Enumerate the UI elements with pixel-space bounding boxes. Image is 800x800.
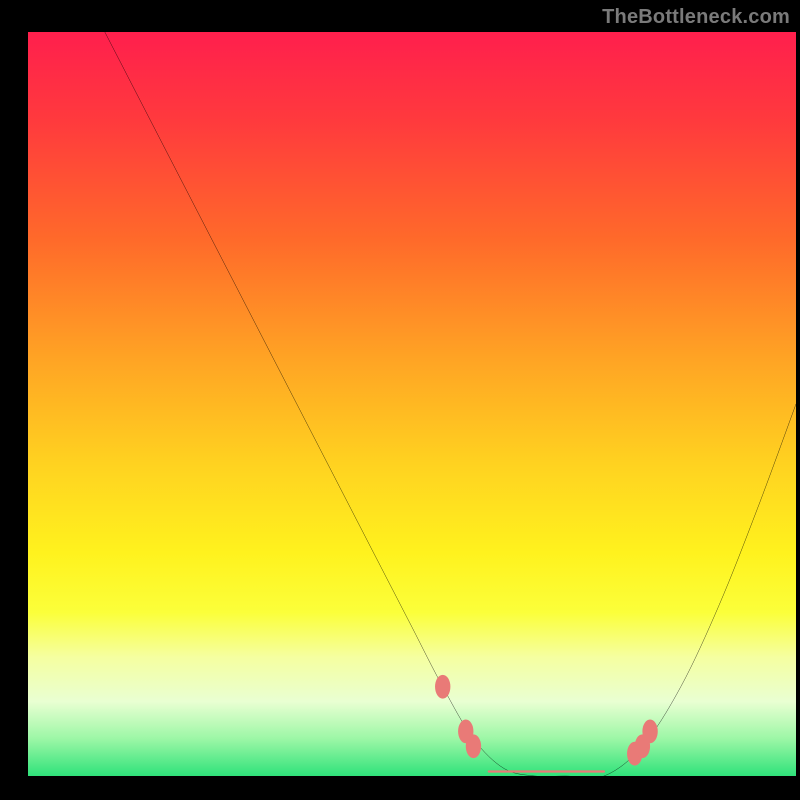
highlight-dot (466, 734, 481, 758)
curve-line (105, 32, 796, 776)
highlight-dot (642, 719, 657, 743)
plot-wrap (0, 0, 800, 800)
highlight-dot (435, 675, 450, 699)
highlight-dots (435, 675, 658, 766)
chart-frame: TheBottleneck.com (0, 0, 800, 800)
watermark-text: TheBottleneck.com (602, 6, 790, 29)
plot-gradient-area (28, 32, 796, 776)
plot-svg (28, 32, 796, 776)
